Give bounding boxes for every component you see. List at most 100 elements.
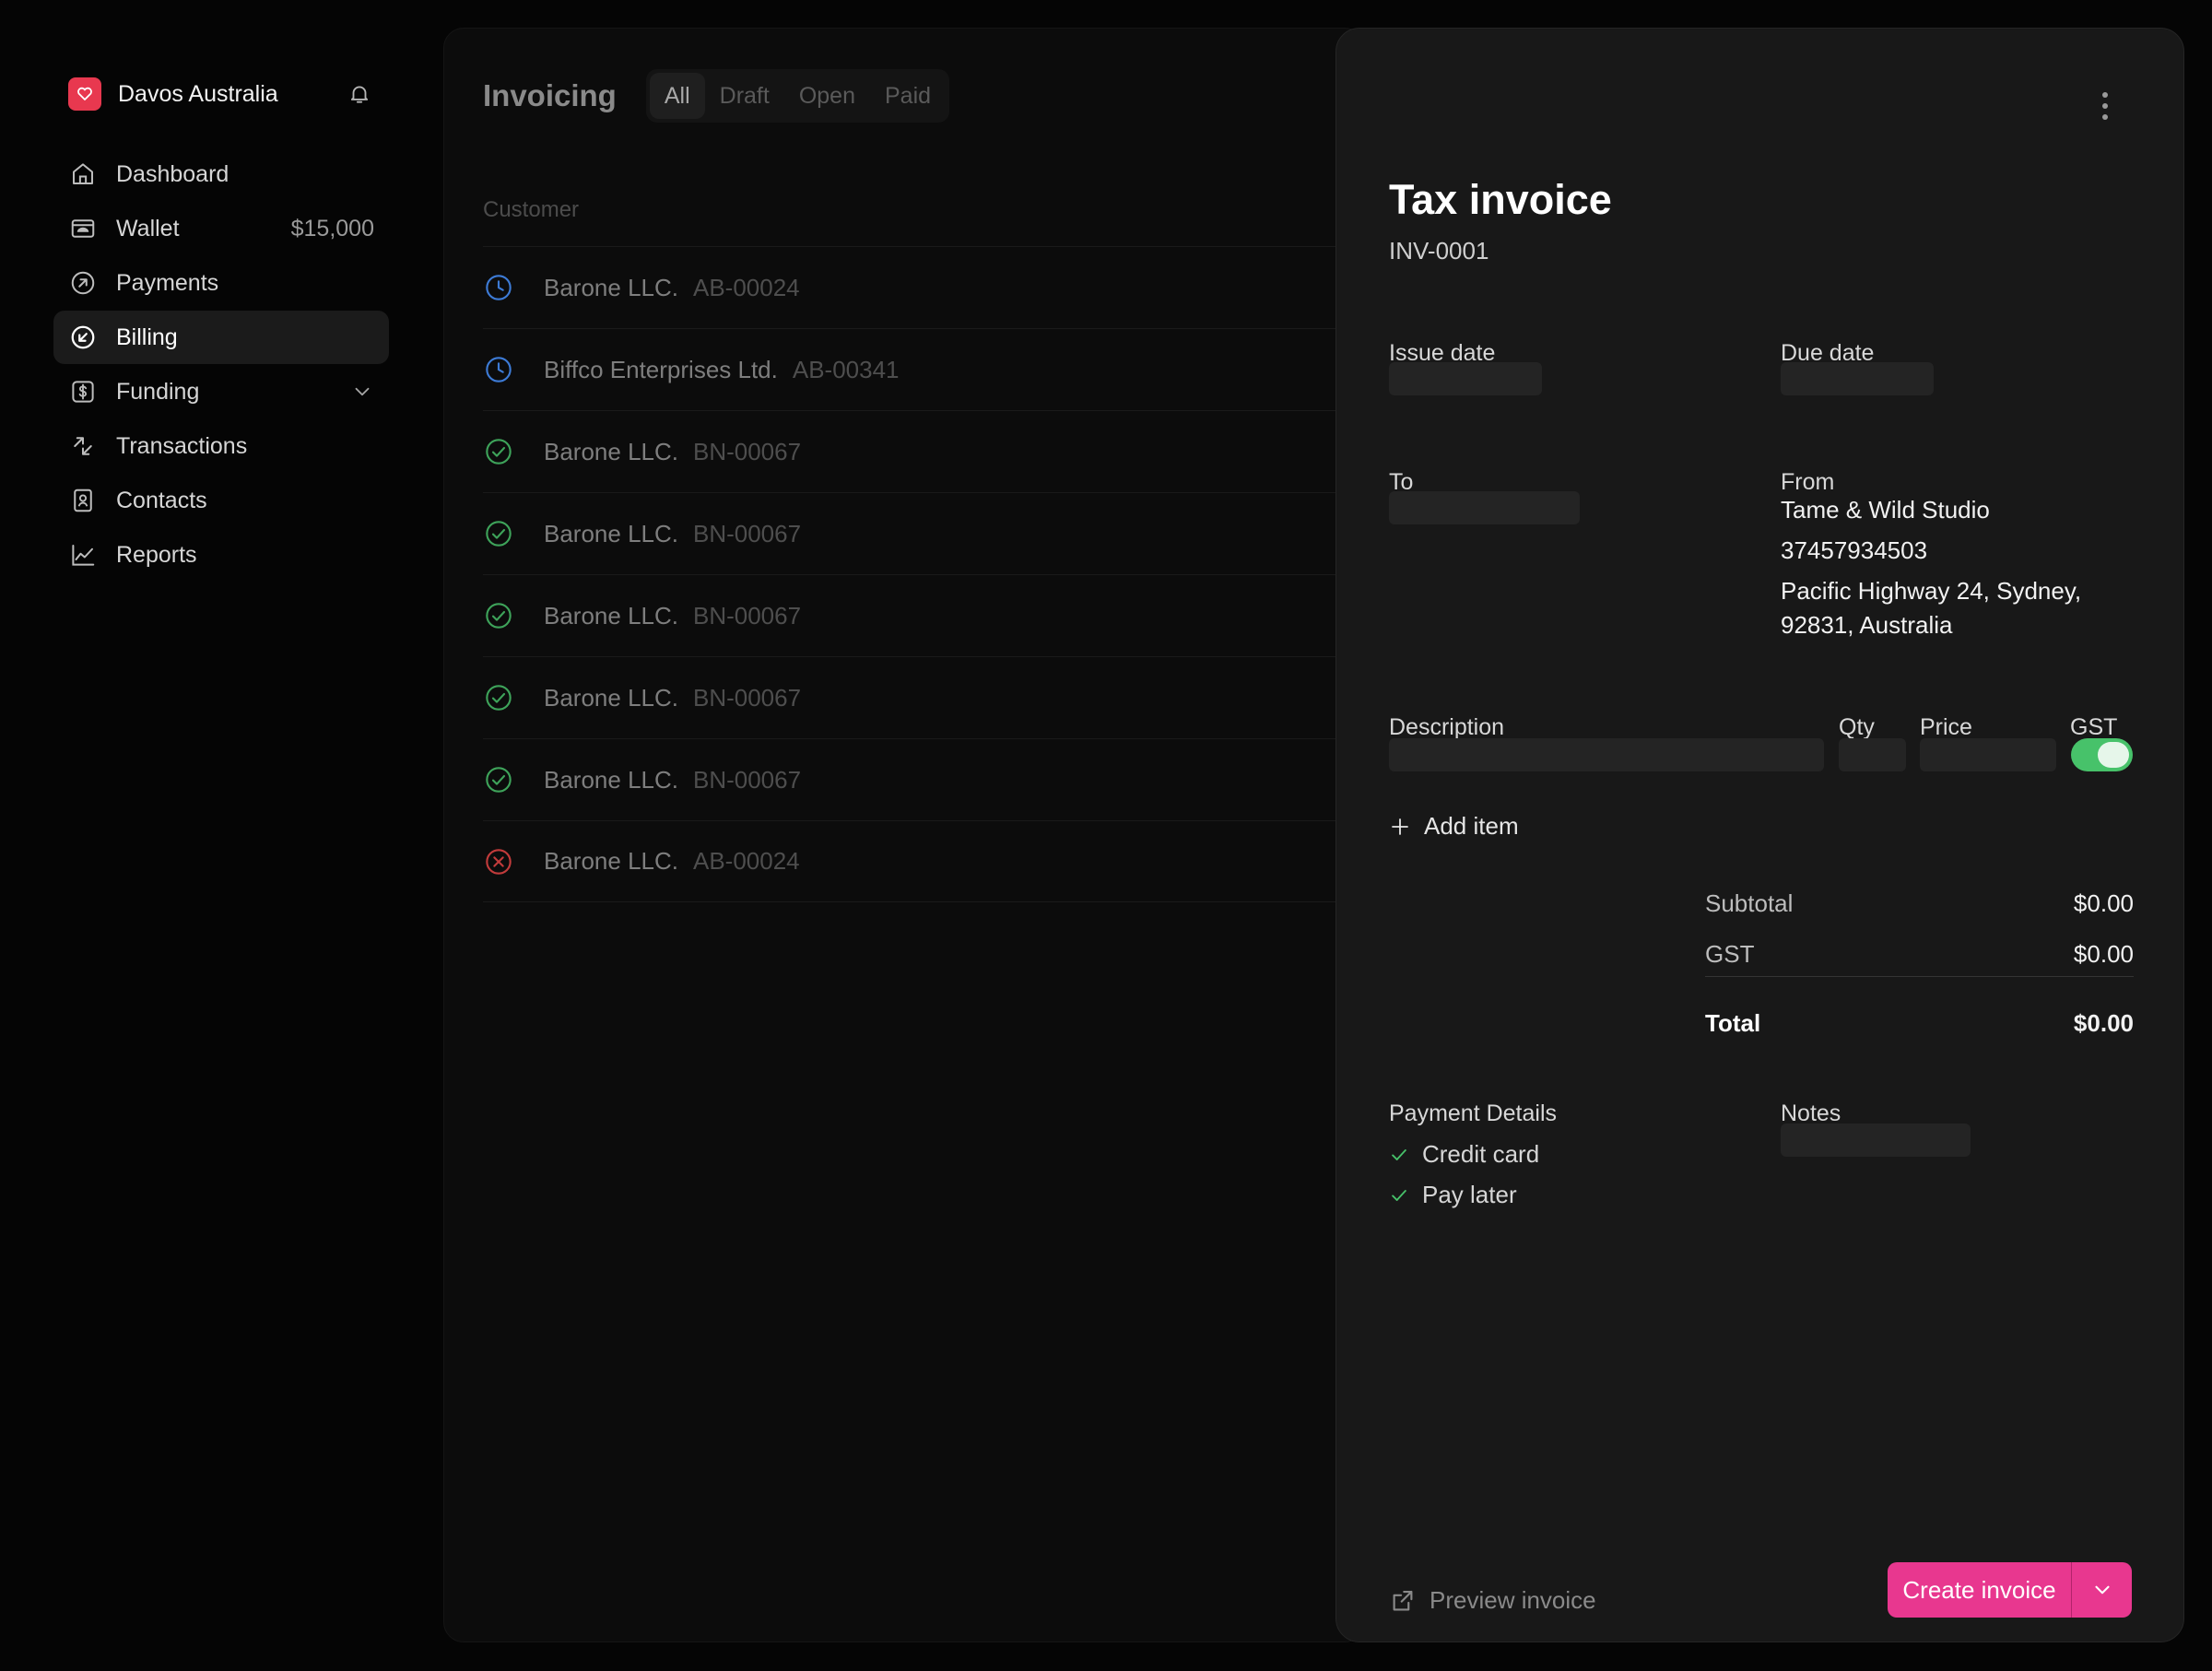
payment-method-label: Credit card bbox=[1422, 1140, 1540, 1168]
sidebar-item-wallet[interactable]: Wallet $15,000 bbox=[53, 202, 389, 255]
invoice-code: AB-00341 bbox=[792, 355, 900, 383]
tab-draft[interactable]: Draft bbox=[705, 73, 784, 119]
sidebar-item-billing[interactable]: Billing bbox=[53, 311, 389, 364]
description-label: Description bbox=[1389, 714, 1505, 740]
subtotal-amount: $0.00 bbox=[2073, 889, 2134, 917]
table-row[interactable]: Barone LLC. BN-00067 bbox=[483, 656, 1368, 738]
customer-name: Barone LLC. bbox=[544, 437, 678, 465]
invoice-code: BN-00067 bbox=[692, 601, 802, 630]
sidebar-nav: Dashboard Wallet $15,000 Payments Billin… bbox=[53, 147, 389, 582]
invoice-code: BN-00067 bbox=[692, 683, 802, 712]
payment-details-label: Payment Details bbox=[1389, 1100, 1558, 1126]
tab-all[interactable]: All bbox=[649, 73, 705, 119]
payment-method-pay-later[interactable]: Pay later bbox=[1389, 1181, 1517, 1209]
sidebar-item-label: Reports bbox=[116, 541, 197, 568]
table-row[interactable]: Barone LLC. AB-00024 bbox=[483, 246, 1368, 328]
description-input[interactable] bbox=[1389, 738, 1824, 771]
table-row[interactable]: Barone LLC. BN-00067 bbox=[483, 410, 1368, 492]
kebab-menu-icon bbox=[2102, 92, 2108, 120]
clock-icon bbox=[483, 354, 514, 385]
gst-toggle[interactable] bbox=[2071, 738, 2133, 771]
table-row[interactable]: Barone LLC. BN-00067 bbox=[483, 574, 1368, 656]
bell-icon bbox=[350, 86, 369, 103]
total-label: Total bbox=[1705, 1009, 1761, 1037]
total-amount: $0.00 bbox=[2073, 1009, 2134, 1037]
sidebar-item-label: Transactions bbox=[116, 432, 248, 459]
from-address-line2: 92831, Australia bbox=[1781, 611, 1953, 639]
org-logo[interactable] bbox=[68, 77, 101, 111]
gst-row: GST $0.00 bbox=[1705, 940, 2134, 969]
sidebar-item-payments[interactable]: Payments bbox=[53, 256, 389, 310]
list-header: Invoicing All Draft Open Paid bbox=[483, 69, 950, 123]
add-item-button[interactable]: Add item bbox=[1389, 812, 1519, 841]
invoice-list-panel: Invoicing All Draft Open Paid Customer B… bbox=[443, 28, 1368, 1642]
customer-name: Barone LLC. bbox=[544, 683, 678, 712]
to-input[interactable] bbox=[1389, 491, 1580, 524]
page-title: Invoicing bbox=[483, 78, 617, 112]
gst-amount: $0.00 bbox=[2073, 940, 2134, 968]
chevron-down-icon bbox=[2094, 1585, 2110, 1595]
wallet-icon bbox=[68, 214, 98, 243]
payment-method-credit-card[interactable]: Credit card bbox=[1389, 1140, 1539, 1169]
payment-method-label: Pay later bbox=[1422, 1181, 1517, 1208]
tab-open[interactable]: Open bbox=[784, 73, 870, 119]
customer-name: Barone LLC. bbox=[544, 601, 678, 630]
external-link-icon bbox=[1393, 1590, 1413, 1610]
home-icon bbox=[68, 159, 98, 189]
invoice-title: Tax invoice bbox=[1389, 176, 1612, 223]
dollar-square-icon bbox=[68, 377, 98, 406]
from-address-line1: Pacific Highway 24, Sydney, bbox=[1781, 577, 2082, 605]
sidebar-item-label: Contacts bbox=[116, 487, 207, 513]
sidebar-item-label: Wallet bbox=[116, 215, 180, 241]
total-row: Total $0.00 bbox=[1705, 1009, 2134, 1038]
transfer-arrows-icon bbox=[68, 431, 98, 461]
wallet-balance: $15,000 bbox=[290, 215, 374, 241]
invoice-code: AB-00024 bbox=[692, 273, 800, 301]
more-options-button[interactable] bbox=[2091, 86, 2119, 126]
filter-tabs: All Draft Open Paid bbox=[645, 69, 950, 123]
check-circle-icon bbox=[483, 436, 514, 467]
check-icon bbox=[1392, 1148, 1406, 1160]
contact-book-icon bbox=[68, 486, 98, 515]
sidebar-item-contacts[interactable]: Contacts bbox=[53, 474, 389, 527]
table-row[interactable]: Barone LLC. BN-00067 bbox=[483, 738, 1368, 820]
sidebar-item-dashboard[interactable]: Dashboard bbox=[53, 147, 389, 201]
price-input[interactable] bbox=[1920, 738, 2056, 771]
toggle-knob bbox=[2098, 742, 2129, 768]
invoice-code: BN-00067 bbox=[692, 765, 802, 794]
heart-icon bbox=[77, 87, 92, 100]
summary-divider bbox=[1705, 976, 2134, 977]
create-invoice-options-button[interactable] bbox=[2071, 1562, 2132, 1618]
due-date-input[interactable] bbox=[1781, 362, 1934, 395]
customer-name: Barone LLC. bbox=[544, 273, 678, 301]
x-circle-icon bbox=[483, 846, 514, 877]
subtotal-row: Subtotal $0.00 bbox=[1705, 889, 2134, 918]
table-row[interactable]: Biffco Enterprises Ltd. AB-00341 bbox=[483, 328, 1368, 410]
from-name: Tame & Wild Studio bbox=[1781, 496, 1990, 524]
customer-name: Barone LLC. bbox=[544, 765, 678, 794]
sidebar-item-label: Payments bbox=[116, 269, 219, 296]
qty-input[interactable] bbox=[1839, 738, 1906, 771]
notes-input[interactable] bbox=[1781, 1124, 1971, 1157]
clock-icon bbox=[483, 272, 514, 303]
from-abn: 37457934503 bbox=[1781, 536, 1928, 564]
tab-paid[interactable]: Paid bbox=[870, 73, 946, 119]
sidebar-item-transactions[interactable]: Transactions bbox=[53, 419, 389, 473]
org-name[interactable]: Davos Australia bbox=[118, 81, 345, 108]
plus-icon bbox=[1392, 818, 1408, 835]
preview-invoice-button[interactable]: Preview invoice bbox=[1389, 1586, 1596, 1615]
issue-date-input[interactable] bbox=[1389, 362, 1542, 395]
table-row[interactable]: Barone LLC. BN-00067 bbox=[483, 492, 1368, 574]
price-label: Price bbox=[1920, 714, 1972, 740]
create-invoice-button[interactable]: Create invoice bbox=[1888, 1562, 2071, 1618]
chevron-down-icon[interactable] bbox=[350, 380, 374, 404]
add-item-label: Add item bbox=[1424, 812, 1519, 840]
column-header-customer[interactable]: Customer bbox=[483, 197, 579, 223]
gst-label: GST bbox=[2070, 714, 2118, 740]
sidebar-item-reports[interactable]: Reports bbox=[53, 528, 389, 582]
table-row[interactable]: Barone LLC. AB-00024 bbox=[483, 820, 1368, 902]
check-circle-icon bbox=[483, 600, 514, 631]
check-circle-icon bbox=[483, 764, 514, 795]
sidebar-item-funding[interactable]: Funding bbox=[53, 365, 389, 418]
notifications-button[interactable] bbox=[345, 79, 374, 109]
